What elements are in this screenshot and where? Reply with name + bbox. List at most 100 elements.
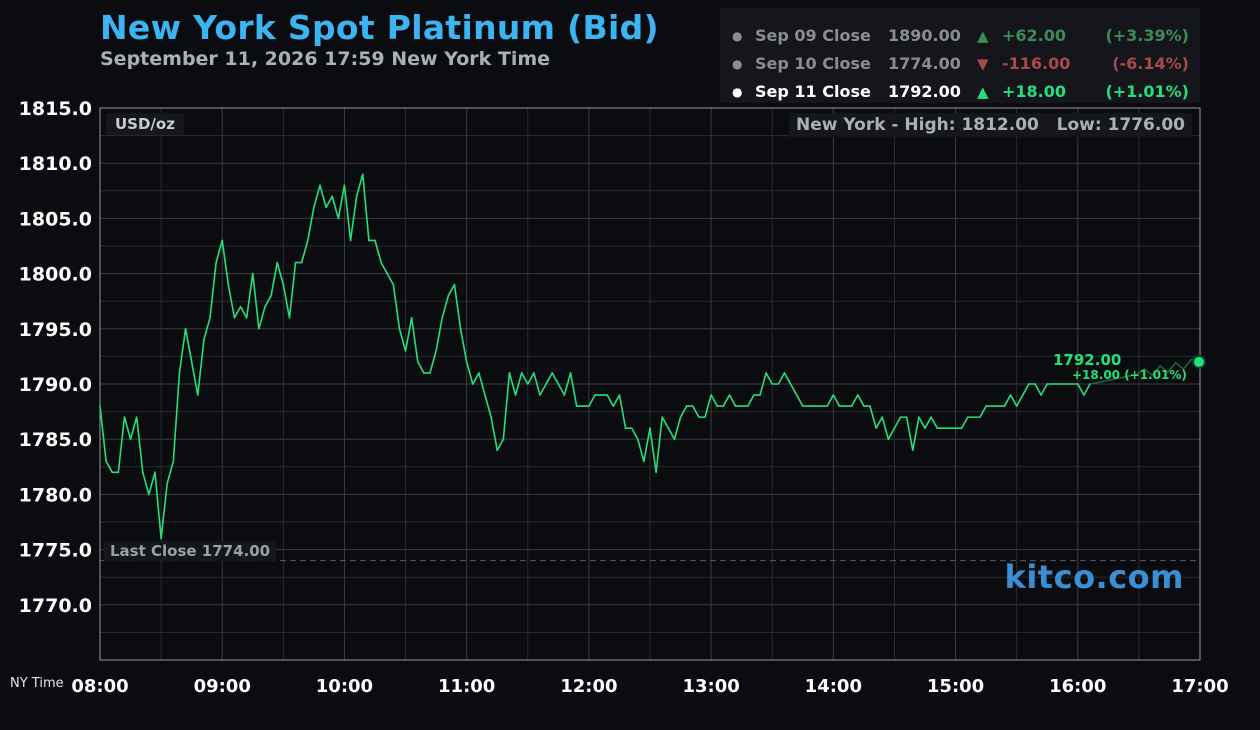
price-point xyxy=(148,493,150,496)
price-point xyxy=(514,394,517,396)
price-point xyxy=(606,394,609,396)
price-point xyxy=(918,416,920,418)
price-point xyxy=(600,394,602,396)
y-tick-label: 1790.0 xyxy=(19,374,92,396)
price-point xyxy=(838,405,841,407)
x-tick-label: 12:00 xyxy=(560,676,617,697)
price-point xyxy=(844,405,847,407)
price-point xyxy=(869,405,871,407)
price-point xyxy=(184,328,187,330)
x-axis-title: NY Time xyxy=(10,676,64,691)
price-point xyxy=(484,394,486,396)
price-point xyxy=(313,206,315,209)
price-point xyxy=(942,427,945,429)
price-point xyxy=(698,416,700,418)
price-point xyxy=(820,405,822,407)
price-point xyxy=(447,294,450,297)
price-point xyxy=(386,272,389,275)
price-point xyxy=(801,405,804,407)
price-point xyxy=(306,239,309,242)
price-point xyxy=(160,537,162,540)
price-point xyxy=(429,372,431,374)
price-point xyxy=(1034,383,1036,385)
y-tick-label: 1805.0 xyxy=(19,208,92,230)
y-tick-label: 1785.0 xyxy=(19,429,92,451)
x-tick-label: 10:00 xyxy=(316,676,373,697)
price-point xyxy=(337,217,340,220)
x-tick-label: 13:00 xyxy=(682,676,739,697)
price-point xyxy=(135,416,138,418)
price-point xyxy=(722,405,725,407)
price-point xyxy=(276,261,279,264)
price-point xyxy=(423,372,425,374)
price-point xyxy=(948,427,951,429)
price-point xyxy=(209,316,211,319)
price-point xyxy=(154,471,156,474)
price-point xyxy=(533,372,535,374)
price-point xyxy=(166,482,169,485)
price-point xyxy=(643,460,645,463)
price-point xyxy=(765,372,767,374)
y-axis-labels: 1815.0 1810.0 1805.0 1800.0 1795.0 1790.0 1785… xyxy=(19,98,92,617)
price-point xyxy=(691,405,694,407)
x-tick-label: 09:00 xyxy=(194,676,251,697)
price-point xyxy=(588,405,590,407)
price-point xyxy=(954,427,957,429)
price-point xyxy=(416,361,419,363)
price-point xyxy=(728,394,731,396)
price-point xyxy=(288,316,291,319)
price-point xyxy=(740,405,743,407)
price-point xyxy=(594,394,596,396)
price-point xyxy=(789,383,792,385)
price-point xyxy=(850,405,853,407)
price-point xyxy=(624,427,627,429)
price-point xyxy=(1064,383,1067,385)
price-point xyxy=(465,361,468,363)
price-point xyxy=(361,173,364,176)
x-tick-label: 11:00 xyxy=(438,676,495,697)
x-tick-label: 17:00 xyxy=(1171,676,1228,697)
price-point xyxy=(325,206,327,209)
price-point xyxy=(105,460,107,463)
price-point xyxy=(355,195,358,198)
price-point xyxy=(911,449,914,452)
y-tick-label: 1770.0 xyxy=(19,595,92,617)
price-point xyxy=(710,394,712,396)
price-point xyxy=(117,471,120,474)
price-point xyxy=(832,394,835,396)
price-point xyxy=(508,372,511,374)
price-point xyxy=(496,449,499,452)
unit-label: USD/oz xyxy=(106,113,184,135)
price-point xyxy=(618,394,621,396)
last-close-label: Last Close 1774.00 xyxy=(104,541,277,561)
price-point xyxy=(245,316,248,319)
price-point xyxy=(221,239,224,242)
price-point xyxy=(270,294,272,297)
price-point xyxy=(1028,383,1030,385)
price-point xyxy=(960,427,963,429)
price-point xyxy=(973,416,975,418)
price-point xyxy=(863,405,865,407)
price-point xyxy=(716,405,719,407)
price-point xyxy=(771,383,774,385)
x-axis-labels: 08:00 09:00 10:00 11:00 12:00 13:00 14:00 15:00… xyxy=(71,676,1228,697)
price-point xyxy=(545,383,547,385)
price-point xyxy=(575,405,578,407)
price-point xyxy=(563,394,566,396)
price-point xyxy=(539,394,541,396)
price-point xyxy=(435,350,437,352)
price-point xyxy=(936,427,939,429)
price-point xyxy=(759,394,761,396)
price-point xyxy=(991,405,994,407)
y-tick-label: 1775.0 xyxy=(19,540,92,562)
price-point xyxy=(99,405,101,407)
y-tick-label: 1810.0 xyxy=(19,153,92,175)
price-point xyxy=(661,416,664,418)
price-point xyxy=(783,372,786,374)
price-point xyxy=(453,283,456,286)
price-point xyxy=(190,361,193,363)
price-point xyxy=(111,471,114,474)
price-point xyxy=(410,316,413,319)
price-point xyxy=(979,416,981,418)
price-point xyxy=(1040,394,1042,396)
